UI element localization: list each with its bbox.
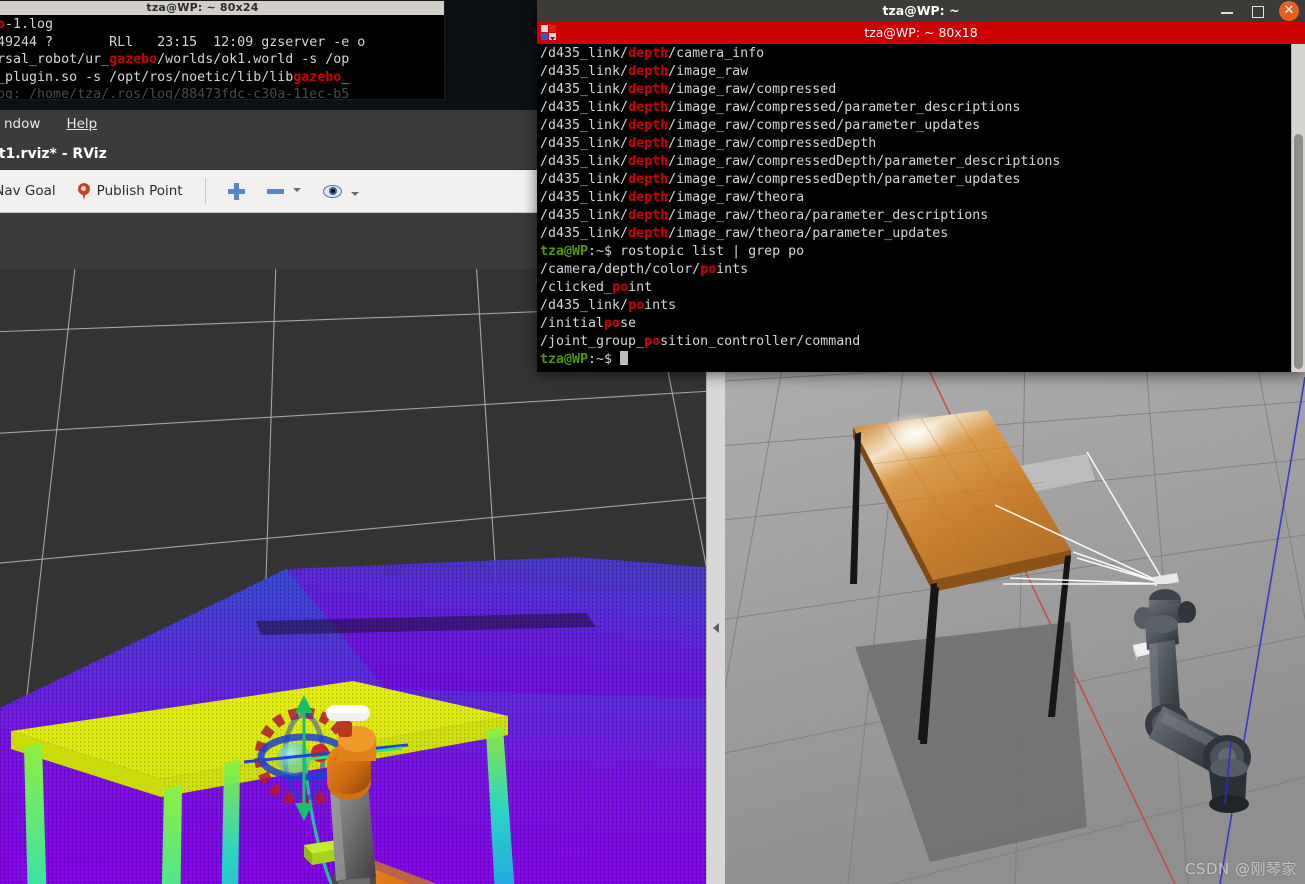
toolbar-2d-nav-goal[interactable]: 2D Nav Goal bbox=[0, 178, 67, 204]
toolbar-publish-point-label: Publish Point bbox=[96, 183, 183, 199]
terminal-line: /d435_link/depth/image_raw/theora/parame… bbox=[540, 208, 989, 223]
menu-item-help-label: Help bbox=[66, 116, 98, 132]
terminal-line: /d435_link/depth/image_raw/theora/parame… bbox=[540, 226, 949, 241]
terminal-line: niversal_robot/ur_gazebo/worlds/ok1.worl… bbox=[0, 52, 350, 68]
terminal-tabbar[interactable]: tza@WP: ~ 80x18 bbox=[537, 22, 1305, 44]
terminal-line: /joint_group_position_controller/command bbox=[540, 334, 861, 349]
terminal-line: tza@WP:~$ bbox=[540, 351, 1305, 369]
gazebo-scene bbox=[725, 372, 1305, 884]
terminal-scrollbar[interactable] bbox=[1291, 44, 1305, 372]
terminal-line: /d435_link/depth/image_raw/theora bbox=[540, 190, 805, 205]
terminal-app-icon bbox=[541, 25, 556, 41]
close-button[interactable]: ✕ bbox=[1279, 1, 1299, 21]
menu-item-window[interactable]: ndow bbox=[4, 110, 40, 138]
toolbar-remove-display[interactable] bbox=[256, 183, 312, 199]
terminal-line: azebo-1.log bbox=[0, 17, 54, 32]
terminal-line: /d435_link/depth/image_raw/compressed bbox=[540, 82, 837, 97]
terminal-output[interactable]: /d435_link/depth/camera_info/d435_link/d… bbox=[537, 44, 1305, 372]
map-pin-icon bbox=[77, 182, 90, 200]
maximize-button[interactable] bbox=[1249, 3, 1265, 19]
terminal-scrollbar-thumb[interactable] bbox=[1294, 134, 1303, 369]
terminal-cursor bbox=[620, 351, 629, 365]
chevron-left-icon bbox=[713, 623, 719, 633]
toolbar-publish-point[interactable]: Publish Point bbox=[67, 178, 194, 205]
minus-icon bbox=[266, 188, 284, 194]
toolbar-add-display[interactable] bbox=[217, 178, 256, 205]
terminal-tab-title: tza@WP: ~ 80x18 bbox=[864, 25, 978, 40]
terminal-line: aths_plugin.so -s /opt/ros/noetic/lib/li… bbox=[0, 69, 350, 85]
terminal-line: log: /home/tza/.ros/log/88473fdc-c30a-11… bbox=[0, 87, 350, 100]
terminal-line: /d435_link/depth/image_raw bbox=[540, 64, 749, 79]
gazebo-terminal-output: azebo-1.log 16 549244 ? RLl 23:15 12:09 g… bbox=[0, 15, 444, 100]
chevron-down-icon bbox=[292, 188, 301, 192]
terminal-line: 16 549244 ? RLl 23:15 12:09 gzserver -e … bbox=[0, 34, 366, 50]
toolbar-separator bbox=[204, 178, 206, 204]
gazebo-terminal-titlebar: tza@WP: ~ 80x24 bbox=[0, 1, 444, 15]
terminal-line: /camera/depth/color/points bbox=[540, 262, 749, 277]
gazebo-log-terminal-window[interactable]: tza@WP: ~ 80x24 azebo-1.log 16 549244 ? R… bbox=[0, 0, 445, 100]
terminal-line: /initialpose bbox=[540, 316, 637, 331]
terminal-line: /d435_link/depth/image_raw/compressed/pa… bbox=[540, 100, 1021, 115]
terminal-line: /d435_link/depth/image_raw/compressed/pa… bbox=[540, 118, 981, 133]
gazebo-3d-render-view[interactable]: CSDN @刚琴家 bbox=[725, 372, 1305, 884]
eye-icon bbox=[322, 184, 342, 198]
toolbar-2d-nav-goal-label: 2D Nav Goal bbox=[0, 183, 56, 199]
view-splitter-handle[interactable] bbox=[706, 372, 726, 884]
plus-icon bbox=[227, 182, 245, 200]
terminal-line: /d435_link/depth/image_raw/compressedDep… bbox=[540, 136, 877, 151]
terminal-line: /d435_link/depth/camera_info bbox=[540, 46, 765, 61]
terminal-line: /d435_link/points bbox=[540, 298, 677, 313]
terminal-line: /d435_link/depth/image_raw/compressedDep… bbox=[540, 154, 1061, 169]
chevron-down-icon-2 bbox=[350, 191, 359, 196]
terminal-line: tza@WP:~$ rostopic list | grep po bbox=[540, 244, 805, 259]
terminal-window[interactable]: tza@WP: ~ ✕ tza@WP: ~ 80x18 /d435_link/d… bbox=[537, 0, 1305, 372]
menu-item-help[interactable]: Help bbox=[66, 110, 97, 138]
terminal-line: /clicked_point bbox=[540, 280, 653, 295]
minimize-button[interactable] bbox=[1219, 3, 1235, 19]
terminal-titlebar[interactable]: tza@WP: ~ ✕ bbox=[537, 0, 1305, 22]
terminal-line: /d435_link/depth/image_raw/compressedDep… bbox=[540, 172, 1021, 187]
toolbar-toggle-visibility[interactable] bbox=[312, 180, 370, 203]
window-controls[interactable]: ✕ bbox=[1219, 0, 1299, 22]
terminal-window-title: tza@WP: ~ bbox=[882, 3, 960, 18]
